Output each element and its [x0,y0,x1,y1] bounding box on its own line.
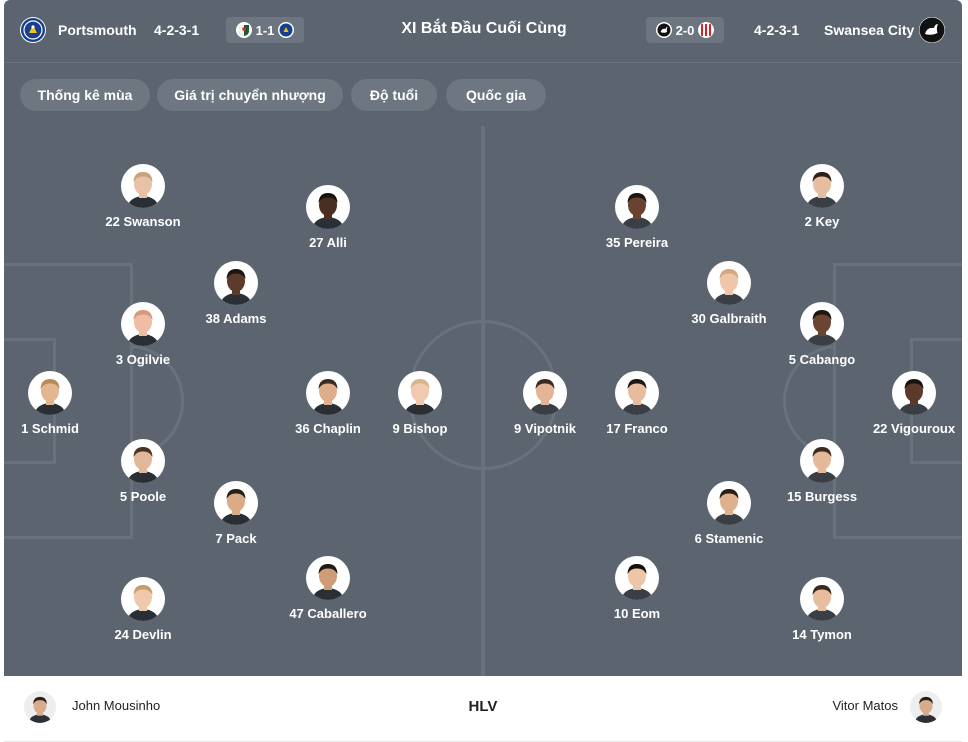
tab-market-value[interactable]: Giá trị chuyển nhượng [157,79,343,111]
away-recent-score: 2-0 [675,22,695,38]
portsmouth-crest-small-icon [278,22,295,38]
player-label: 47 Caballero [289,606,367,621]
away-player[interactable]: 6 Stamenic [669,481,789,546]
player-photo-icon [707,261,751,305]
player-label: 10 Eom [613,606,661,621]
player-photo-icon [28,371,72,415]
home-player[interactable]: 7 Pack [176,481,296,546]
lineup-panel: Portsmouth 4-2-3-1 1-1 XI Bắt Đầu Cuối C… [4,0,962,742]
home-player[interactable]: 3 Ogilvie [83,302,203,367]
home-team-name[interactable]: Portsmouth [58,22,137,38]
player-photo-icon [121,439,165,483]
player-photo-icon [306,185,350,229]
swansea-swan-icon[interactable] [919,17,945,43]
home-player[interactable]: 24 Devlin [83,577,203,642]
home-coach-photo-icon[interactable] [24,691,56,723]
away-player[interactable]: 35 Pereira [577,185,697,250]
away-player[interactable]: 2 Key [762,164,882,229]
player-label: 35 Pereira [605,235,669,250]
player-label: 17 Franco [606,421,668,436]
lineup-header: Portsmouth 4-2-3-1 1-1 XI Bắt Đầu Cuối C… [4,0,962,62]
player-label: 5 Cabango [788,352,856,367]
player-photo-icon [800,439,844,483]
home-player[interactable]: 47 Caballero [268,556,388,621]
player-photo-icon [892,371,936,415]
player-photo-icon [800,164,844,208]
home-player[interactable]: 22 Swanson [83,164,203,229]
lineup-title: XI Bắt Đầu Cuối Cùng [401,20,567,37]
stats-tabs: Thống kê mùa Giá trị chuyển nhượng Độ tu… [4,62,962,126]
away-player[interactable]: 22 Vigouroux [854,371,962,436]
tab-nationality[interactable]: Quốc gia [446,79,546,111]
home-player[interactable]: 9 Bishop [360,371,480,436]
home-player[interactable]: 1 Schmid [4,371,110,436]
stoke-crest-icon [698,22,715,38]
home-formation: 4-2-3-1 [154,22,200,38]
player-photo-icon [306,556,350,600]
player-label: 14 Tymon [792,627,852,642]
swansea-swan-small-icon [655,22,672,38]
player-photo-icon [707,481,751,525]
player-photo-icon [615,556,659,600]
away-formation: 4-2-3-1 [754,22,800,38]
away-player[interactable]: 5 Cabango [762,302,882,367]
player-photo-icon [800,577,844,621]
player-photo-icon [800,302,844,346]
player-label: 9 Bishop [392,421,448,436]
away-player[interactable]: 10 Eom [577,556,697,621]
away-team-name[interactable]: Swansea City [824,22,914,38]
coach-label: HLV [468,698,498,715]
player-photo-icon [121,577,165,621]
home-recent-score: 1-1 [255,22,275,38]
tab-season-stats[interactable]: Thống kê mùa [20,79,150,111]
player-label: 22 Vigouroux [872,421,956,436]
away-player[interactable]: 14 Tymon [762,577,882,642]
player-photo-icon [121,164,165,208]
player-photo-icon [523,371,567,415]
player-label: 22 Swanson [105,214,181,229]
away-recent-result[interactable]: 2-0 [646,17,724,43]
portsmouth-crest-icon[interactable] [20,17,46,43]
player-label: 2 Key [804,214,840,229]
player-label: 27 Alli [309,235,347,250]
player-label: 3 Ogilvie [115,352,171,367]
pitch: 22 Swanson 27 Alli 38 Adams 3 Ogilvie 1 … [4,126,962,676]
player-photo-icon [615,185,659,229]
coaches-row: John Mousinho HLV Vitor Matos [4,676,962,742]
player-photo-icon [121,302,165,346]
player-photo-icon [615,371,659,415]
player-label: 6 Stamenic [694,531,764,546]
player-photo-icon [398,371,442,415]
player-label: 24 Devlin [114,627,172,642]
player-label: 7 Pack [215,531,257,546]
blackburn-crest-icon [235,22,252,38]
player-label: 1 Schmid [21,421,79,436]
player-photo-icon [214,481,258,525]
away-player[interactable]: 17 Franco [577,371,697,436]
tab-age[interactable]: Độ tuổi [351,79,437,111]
player-photo-icon [214,261,258,305]
away-coach-name[interactable]: Vitor Matos [832,698,898,713]
player-photo-icon [306,371,350,415]
home-coach-name[interactable]: John Mousinho [72,698,160,713]
away-coach-photo-icon[interactable] [910,691,942,723]
home-player[interactable]: 27 Alli [268,185,388,250]
home-recent-result[interactable]: 1-1 [226,17,304,43]
